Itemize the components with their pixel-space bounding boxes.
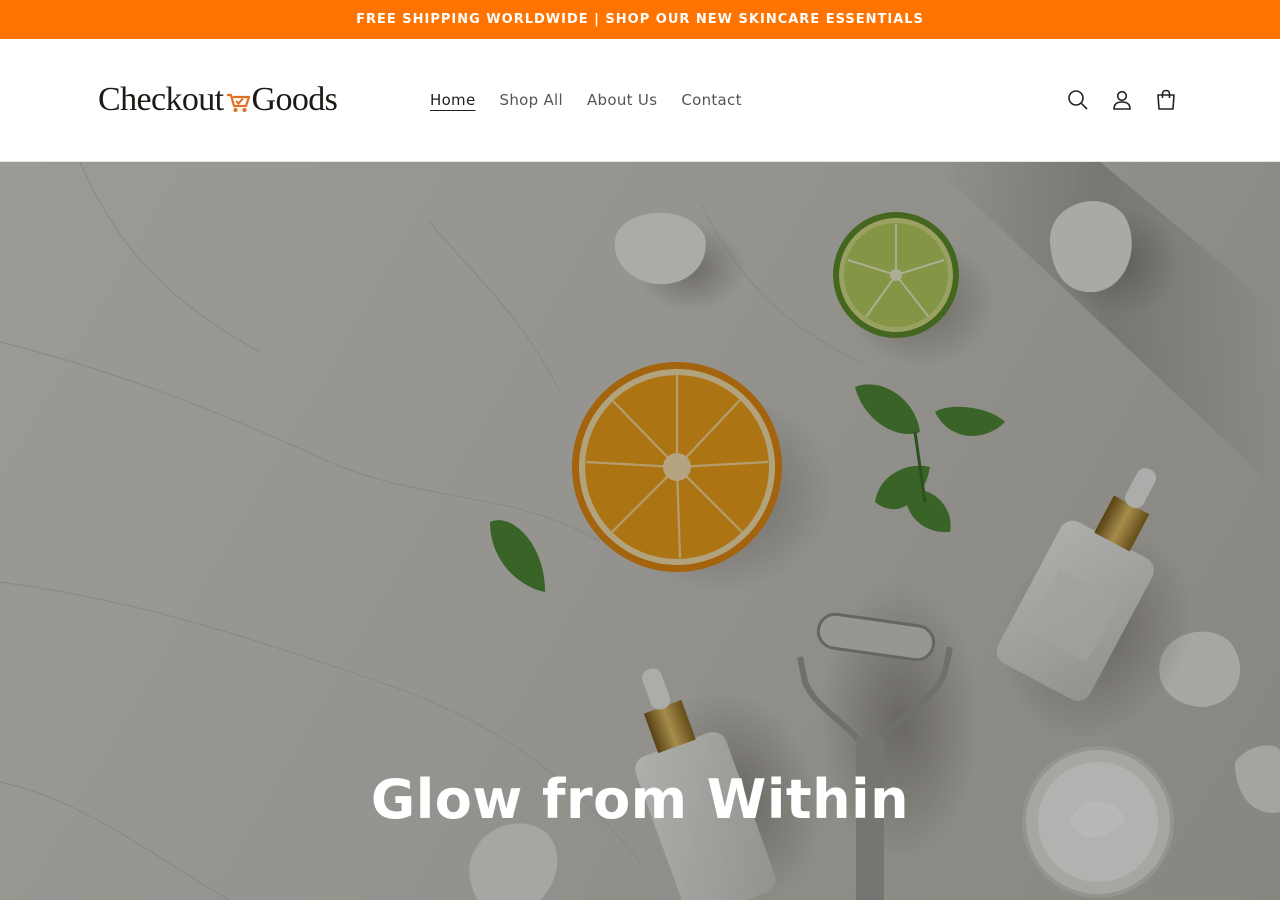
nav-about-us[interactable]: About Us bbox=[587, 91, 657, 109]
hero-title: Glow from Within bbox=[370, 768, 910, 831]
nav-contact[interactable]: Contact bbox=[681, 91, 741, 109]
logo-cart-icon bbox=[225, 89, 251, 115]
header-icons bbox=[1060, 82, 1184, 118]
cart-icon[interactable] bbox=[1148, 82, 1184, 118]
hero-banner: Glow from Within bbox=[0, 162, 1280, 900]
announcement-text: FREE SHIPPING WORLDWIDE | SHOP OUR NEW S… bbox=[356, 12, 924, 27]
brand-name-part1: Checkout bbox=[98, 81, 224, 118]
nav-shop-all[interactable]: Shop All bbox=[500, 91, 564, 109]
account-icon[interactable] bbox=[1104, 82, 1140, 118]
brand-logo[interactable]: Checkout Goods bbox=[98, 81, 398, 119]
site-header: Checkout Goods Home Shop All About Us Co… bbox=[0, 39, 1280, 162]
brand-name-part2: Goods bbox=[251, 81, 338, 118]
announcement-bar: FREE SHIPPING WORLDWIDE | SHOP OUR NEW S… bbox=[0, 0, 1280, 39]
search-icon[interactable] bbox=[1060, 82, 1096, 118]
nav-home[interactable]: Home bbox=[430, 91, 476, 109]
main-nav: Home Shop All About Us Contact bbox=[430, 91, 742, 109]
